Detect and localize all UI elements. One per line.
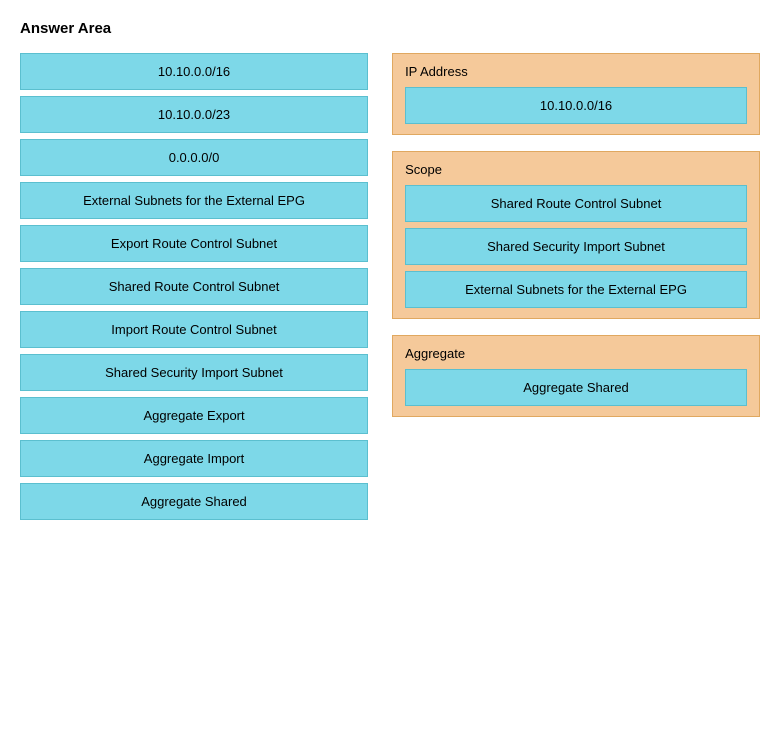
box-ip-address: IP Address 10.10.0.0/16 [392, 53, 760, 135]
left-item-11[interactable]: Aggregate Shared [20, 483, 368, 520]
box-scope-title: Scope [405, 162, 747, 177]
left-item-7[interactable]: Import Route Control Subnet [20, 311, 368, 348]
main-layout: 10.10.0.0/16 10.10.0.0/23 0.0.0.0/0 Externa… [20, 53, 760, 520]
left-item-2[interactable]: 10.10.0.0/23 [20, 96, 368, 133]
page-title: Answer Area [20, 20, 760, 37]
agg-item-1[interactable]: Aggregate Shared [405, 369, 747, 406]
box-aggregate-title: Aggregate [405, 346, 747, 361]
box-aggregate-content: Aggregate Shared [405, 369, 747, 406]
left-item-1[interactable]: 10.10.0.0/16 [20, 53, 368, 90]
ip-item-1[interactable]: 10.10.0.0/16 [405, 87, 747, 124]
box-scope: Scope Shared Route Control Subnet Shared S… [392, 151, 760, 319]
left-item-3[interactable]: 0.0.0.0/0 [20, 139, 368, 176]
scope-item-2[interactable]: Shared Security Import Subnet [405, 228, 747, 265]
left-item-4[interactable]: External Subnets for the External EPG [20, 182, 368, 219]
box-ip-address-title: IP Address [405, 64, 747, 79]
left-item-9[interactable]: Aggregate Export [20, 397, 368, 434]
left-item-10[interactable]: Aggregate Import [20, 440, 368, 477]
left-item-5[interactable]: Export Route Control Subnet [20, 225, 368, 262]
box-scope-content: Shared Route Control Subnet Shared Securi… [405, 185, 747, 308]
scope-item-1[interactable]: Shared Route Control Subnet [405, 185, 747, 222]
scope-item-3[interactable]: External Subnets for the External EPG [405, 271, 747, 308]
left-column: 10.10.0.0/16 10.10.0.0/23 0.0.0.0/0 Externa… [20, 53, 368, 520]
box-aggregate: Aggregate Aggregate Shared [392, 335, 760, 417]
left-item-8[interactable]: Shared Security Import Subnet [20, 354, 368, 391]
right-column: IP Address 10.10.0.0/16 Scope Shared Route … [392, 53, 760, 417]
box-ip-address-content: 10.10.0.0/16 [405, 87, 747, 124]
left-item-6[interactable]: Shared Route Control Subnet [20, 268, 368, 305]
